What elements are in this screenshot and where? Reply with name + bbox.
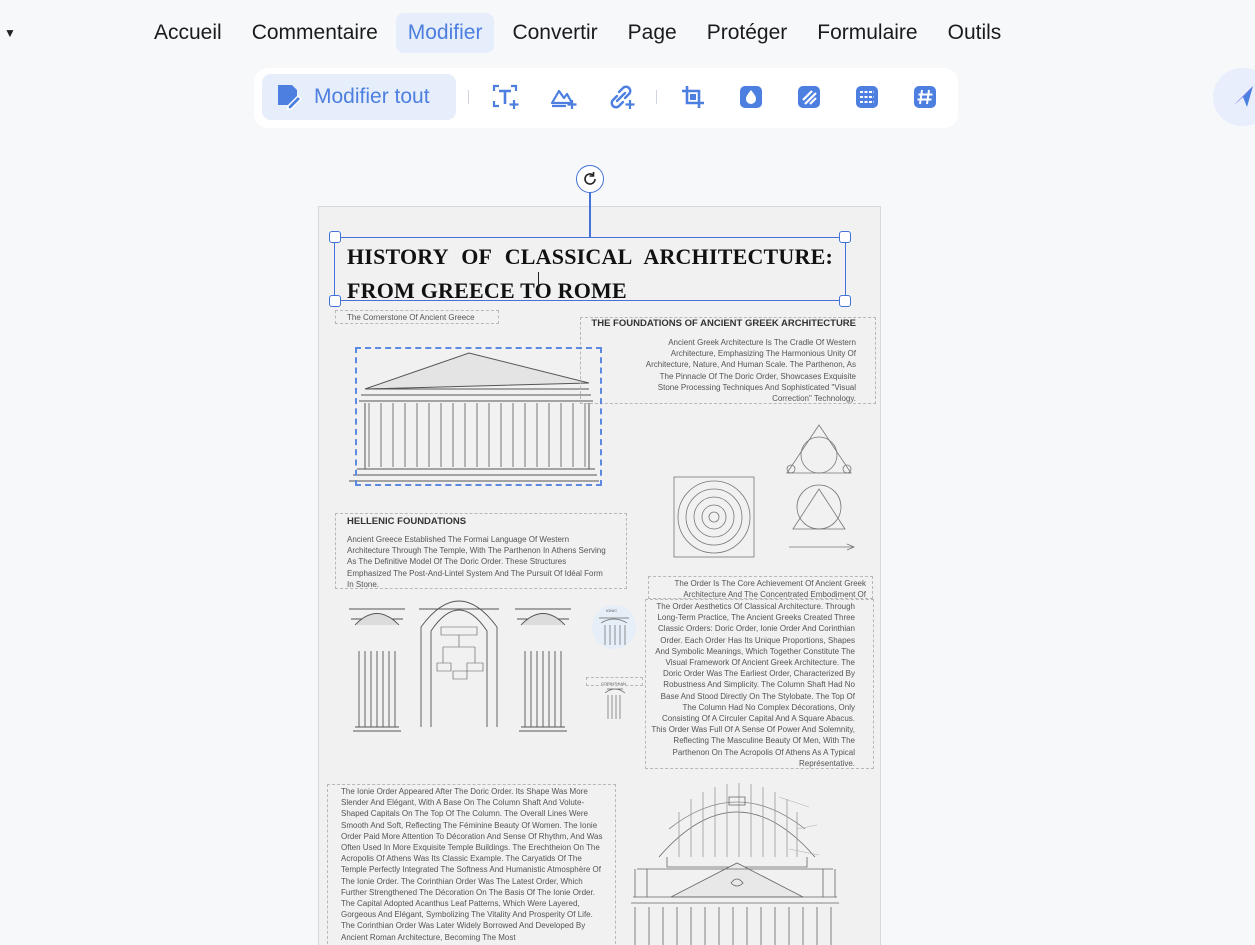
toolbar-divider — [468, 90, 469, 104]
add-text-icon — [492, 84, 519, 109]
menu-page[interactable]: Page — [616, 13, 689, 53]
resize-handle-bottom-right[interactable] — [839, 295, 851, 307]
menu-items: Accueil Commentaire Modifier Convertir P… — [142, 13, 1019, 53]
parthenon-image-box[interactable] — [355, 347, 602, 486]
toolbar-divider — [656, 90, 657, 104]
rotate-connector — [589, 193, 591, 238]
bates-number-icon — [914, 86, 936, 108]
geometry-diagrams — [673, 424, 856, 558]
order-intro-text: The Order Is The Core Achievement Of Anc… — [674, 579, 867, 600]
header-footer-button[interactable] — [852, 82, 882, 112]
ionic-column-label: IONIC — [606, 608, 618, 613]
ionic-body-text: The Ionie Order Appeared After The Doric… — [341, 787, 603, 942]
hellenic-body: Ancient Greece Established The Formai La… — [347, 535, 606, 589]
background-icon — [798, 86, 820, 108]
menu-modifier[interactable]: Modifier — [395, 13, 495, 53]
menu-commentaire[interactable]: Commentaire — [240, 13, 390, 53]
document-title[interactable]: HISTORY OF CLASSICAL ARCHITECTURE: FROM … — [347, 240, 833, 308]
rotate-handle[interactable] — [576, 165, 604, 193]
edit-all-label: Modifier tout — [314, 85, 430, 108]
menu-accueil[interactable]: Accueil — [142, 13, 234, 53]
resize-handle-bottom-left[interactable] — [329, 295, 341, 307]
menu-proteger[interactable]: Protéger — [695, 13, 800, 53]
foundations-heading: THE FOUNDATIONS OF ANCIENT GREEK ARCHITE… — [591, 318, 856, 329]
background-button[interactable] — [794, 82, 824, 112]
menu-formulaire[interactable]: Formulaire — [805, 13, 929, 53]
hellenic-heading: HELLENIC FOUNDATIONS — [347, 516, 467, 527]
edit-toolbar: Modifier tout — [254, 68, 958, 128]
ai-assistant-button[interactable] — [1213, 68, 1255, 126]
crop-icon — [682, 86, 704, 108]
add-link-icon — [610, 85, 635, 109]
menu-convertir[interactable]: Convertir — [500, 13, 609, 53]
small-columns — [592, 605, 636, 719]
caret-down-icon[interactable]: ▼ — [4, 26, 16, 40]
menu-outils[interactable]: Outils — [936, 13, 1014, 53]
resize-handle-top-right[interactable] — [839, 231, 851, 243]
caption-text: The Cornerstone Of Ancient Greece — [347, 313, 475, 322]
add-text-button[interactable] — [490, 82, 520, 112]
columns-illustration — [349, 600, 571, 732]
add-image-button[interactable] — [548, 82, 578, 112]
add-image-icon — [550, 89, 577, 109]
text-cursor — [538, 272, 539, 294]
bates-number-button[interactable] — [910, 82, 940, 112]
edit-all-button[interactable]: Modifier tout — [262, 74, 456, 120]
corinthian-label-box[interactable] — [586, 677, 643, 686]
edit-all-icon — [278, 85, 303, 110]
ai-sparkle-icon — [1234, 86, 1253, 107]
watermark-button[interactable] — [736, 82, 766, 112]
watermark-icon — [740, 86, 762, 108]
menu-bar: ▼ Accueil Commentaire Modifier Convertir… — [0, 0, 1255, 64]
crop-button[interactable] — [678, 82, 708, 112]
domed-building-illustration — [631, 783, 839, 945]
foundations-body: Ancient Greek Architecture Is The Cradle… — [645, 338, 856, 404]
rotate-icon — [584, 172, 596, 185]
resize-handle-top-left[interactable] — [329, 231, 341, 243]
add-link-button[interactable] — [606, 82, 636, 112]
order-body-text: The Order Aesthetics Of Classical Archit… — [651, 602, 855, 768]
header-footer-icon — [856, 86, 878, 108]
